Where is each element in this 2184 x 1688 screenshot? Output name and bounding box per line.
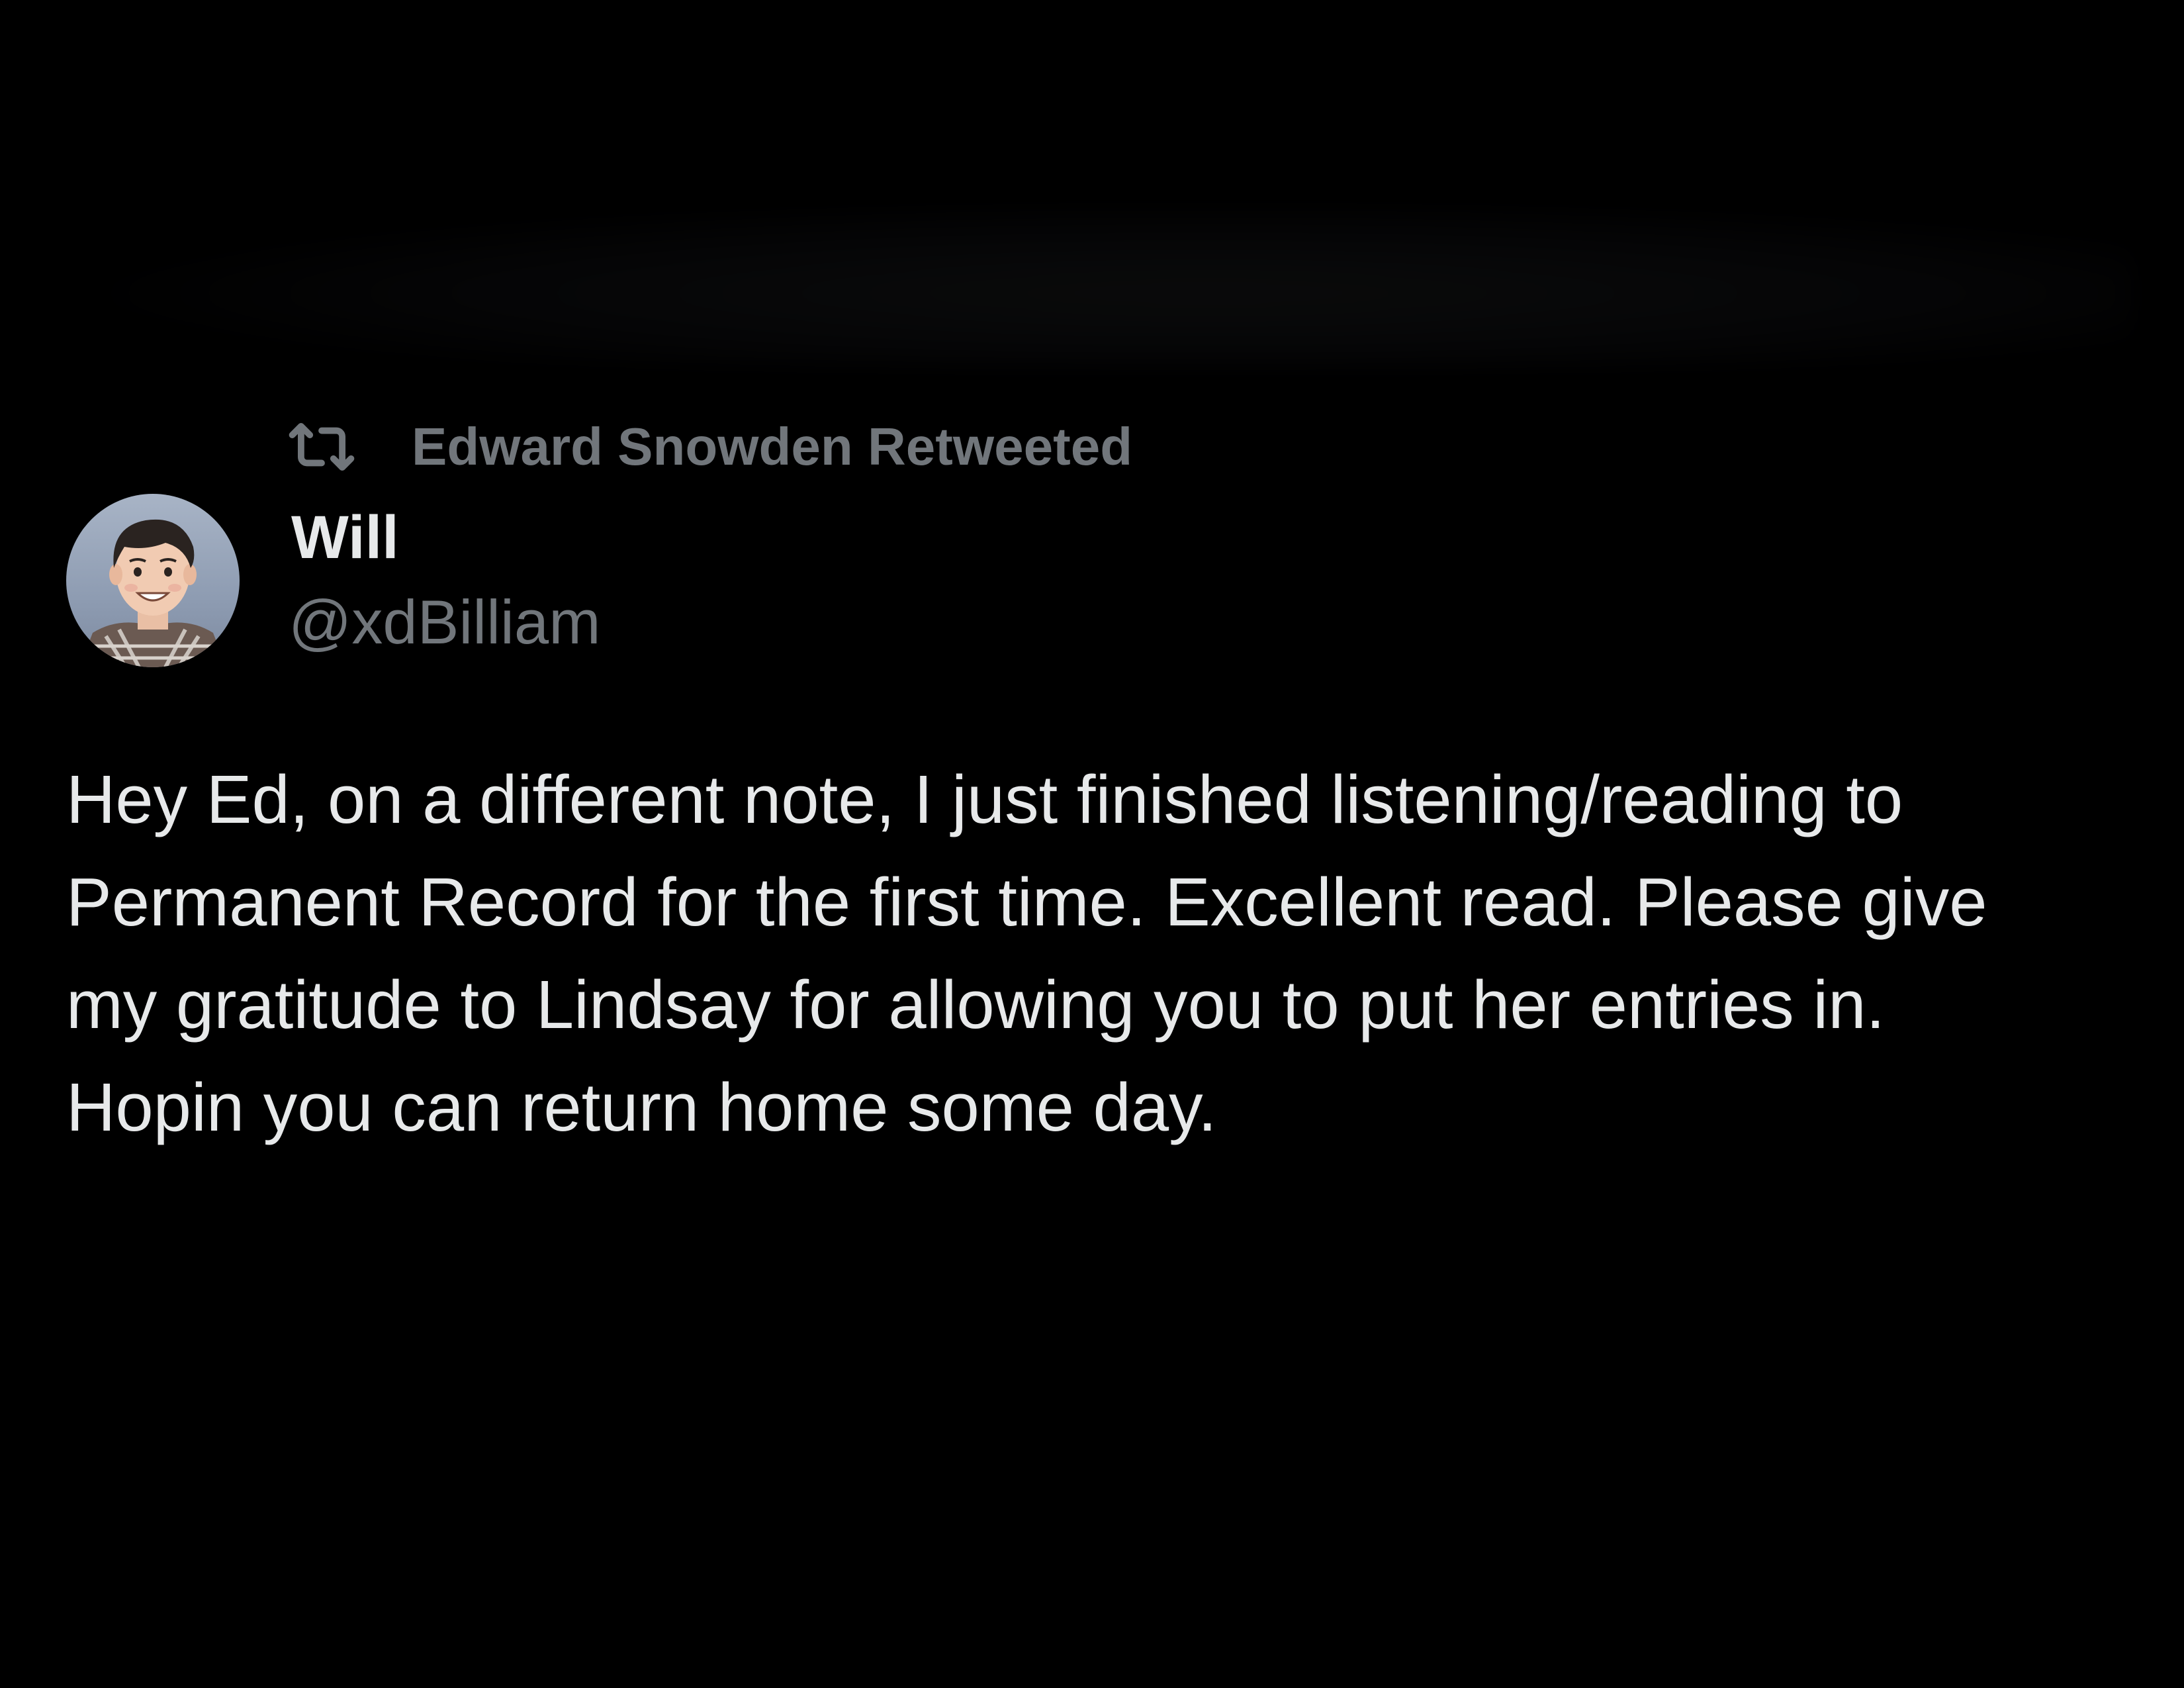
retweet-icon — [285, 420, 359, 473]
author-handle[interactable]: @xdBilliam — [289, 586, 601, 658]
tweet-text: Hey Ed, on a different note, I just fini… — [66, 748, 2144, 1158]
tweet-text-line: Permanent Record for the first time. Exc… — [66, 864, 1987, 940]
author-display-name[interactable]: Will — [291, 503, 399, 573]
tweet-text-line: Hey Ed, on a different note, I just fini… — [66, 761, 1903, 837]
tweet-text-line: Hopin you can return home some day. — [66, 1069, 1217, 1145]
retweet-indicator[interactable]: Edward Snowden Retweeted — [285, 410, 1132, 483]
blurred-background-band — [73, 199, 2138, 371]
avatar[interactable] — [66, 494, 240, 667]
tweet-text-line: my gratitude to Lindsay for allowing you… — [66, 966, 1886, 1043]
retweeted-by-label: Edward Snowden Retweeted — [412, 417, 1133, 476]
